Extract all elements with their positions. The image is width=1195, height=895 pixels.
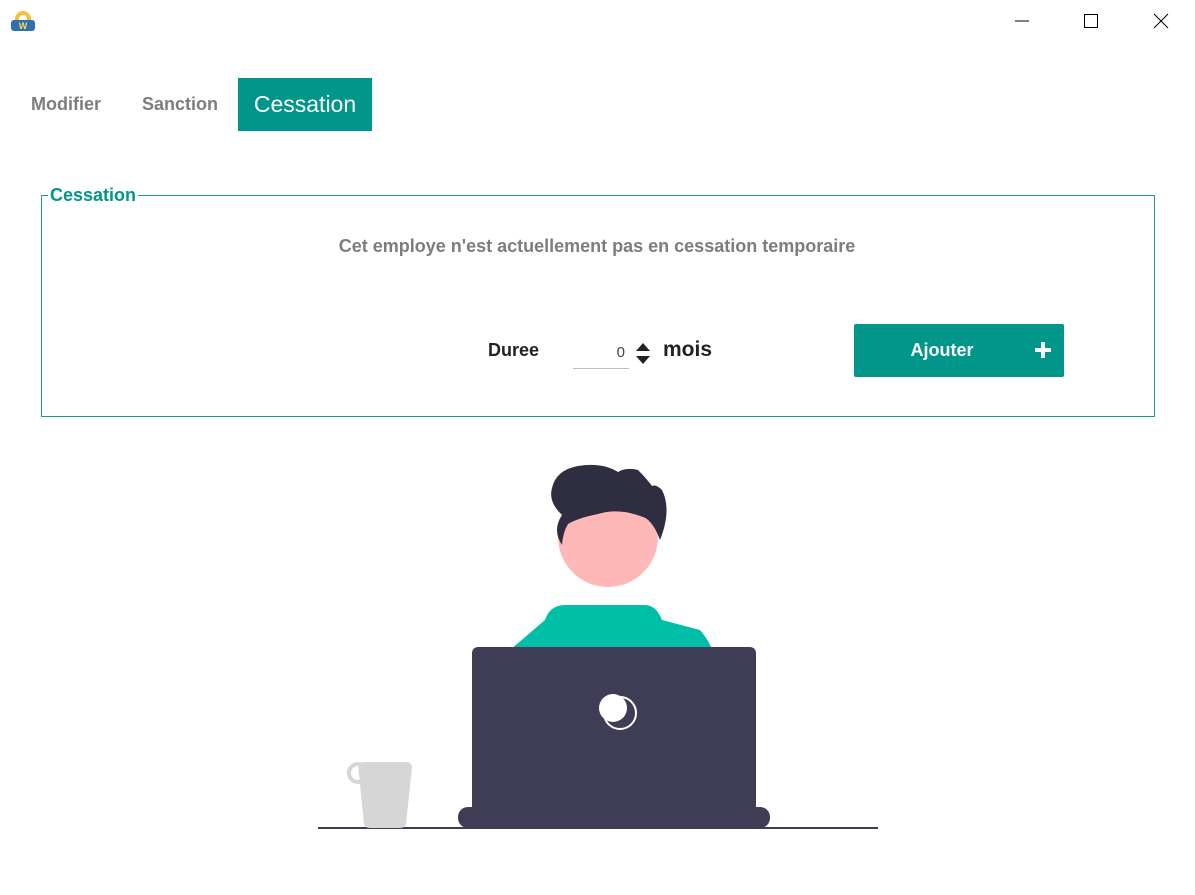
cup-icon bbox=[347, 762, 412, 828]
tab-cessation[interactable]: Cessation bbox=[238, 78, 372, 131]
duree-value[interactable]: 0 bbox=[617, 344, 625, 361]
spin-down-arrow bbox=[636, 356, 650, 364]
unit-label: mois bbox=[663, 338, 713, 361]
spin-arrows-icon[interactable] bbox=[635, 342, 651, 366]
tab-modifier[interactable]: Modifier bbox=[18, 78, 114, 131]
ajouter-button-label: Ajouter bbox=[910, 340, 974, 360]
person-at-laptop-illustration bbox=[318, 464, 878, 829]
close-icon bbox=[1153, 13, 1169, 29]
windev-app-icon: W bbox=[11, 11, 35, 31]
groupbox-title: Cessation bbox=[48, 184, 139, 206]
cessation-groupbox: Cessation Cet employe n'est actuellement… bbox=[41, 184, 1155, 417]
spin-up-arrow bbox=[636, 343, 650, 351]
ajouter-button[interactable]: Ajouter bbox=[854, 324, 1064, 377]
svg-text:W: W bbox=[19, 21, 28, 31]
close-button[interactable] bbox=[1138, 6, 1184, 36]
minimize-icon bbox=[1015, 20, 1029, 22]
minimize-button[interactable] bbox=[999, 6, 1045, 36]
laptop-base bbox=[458, 807, 770, 828]
cessation-status-message: Cet employe n'est actuellement pas en ce… bbox=[338, 236, 856, 256]
plus-icon bbox=[1035, 342, 1051, 358]
title-bar: W bbox=[0, 0, 1195, 42]
laptop bbox=[472, 647, 756, 817]
duree-spinbox[interactable]: 0 bbox=[573, 336, 629, 369]
tab-sanction[interactable]: Sanction bbox=[128, 78, 232, 131]
maximize-icon bbox=[1084, 14, 1098, 28]
maximize-button[interactable] bbox=[1068, 6, 1114, 36]
duree-label: Duree bbox=[488, 340, 540, 360]
shirt bbox=[510, 605, 712, 650]
